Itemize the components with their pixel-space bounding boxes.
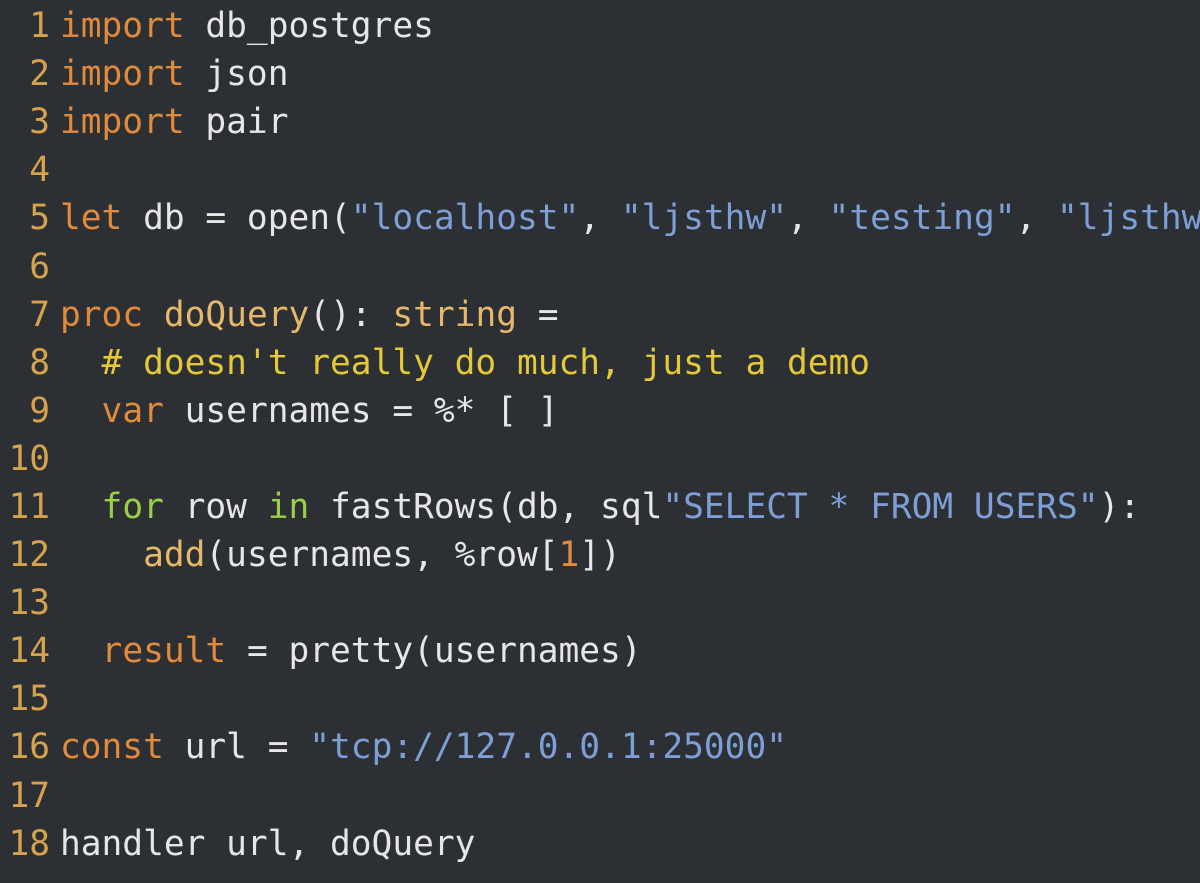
code-token: url =: [163, 727, 310, 768]
code-line[interactable]: 17: [0, 772, 1200, 820]
code-token: 1: [558, 535, 580, 576]
code-text: add(usernames, %row[1]): [60, 535, 1200, 575]
code-token: string: [392, 294, 517, 335]
line-number: 2: [29, 54, 50, 95]
code-lines: 1 import db_postgres 2 import json 3 import p…: [0, 2, 1200, 868]
code-token: handler url, doQuery: [60, 823, 476, 864]
code-token: for: [101, 486, 164, 527]
code-token: var: [101, 390, 164, 431]
line-number: 9: [29, 390, 50, 431]
code-token: import: [60, 6, 185, 47]
code-line[interactable]: 8 # doesn't really do much, just a demo: [0, 339, 1200, 387]
code-line[interactable]: 13: [0, 579, 1200, 627]
line-number: 14: [8, 631, 50, 672]
code-line[interactable]: 7 proc doQuery(): string =: [0, 291, 1200, 339]
code-token: =: [517, 294, 559, 335]
code-token: json: [184, 54, 289, 95]
code-token: pair: [184, 102, 289, 143]
line-number: 13: [8, 583, 50, 624]
line-number: 1: [29, 6, 50, 47]
code-token: db = open(: [122, 198, 351, 239]
code-text: var usernames = %* [ ]: [60, 391, 1200, 431]
code-line[interactable]: 10: [0, 435, 1200, 483]
code-text: result = pretty(usernames): [60, 631, 1200, 671]
code-token: db_postgres: [184, 6, 434, 47]
line-number: 4: [29, 150, 50, 191]
code-token: ,: [1015, 198, 1058, 239]
code-token: in: [267, 486, 310, 527]
code-token: result: [101, 631, 227, 672]
line-number: 11: [8, 486, 50, 527]
code-text: const url = "tcp://127.0.0.1:25000": [60, 727, 1200, 767]
line-number: 15: [8, 679, 50, 720]
code-token: "ljsthw": [620, 198, 787, 239]
code-token: doQuery: [163, 294, 310, 335]
code-line[interactable]: 4: [0, 146, 1200, 194]
code-line[interactable]: 1 import db_postgres: [0, 2, 1200, 50]
code-text: let db = open("localhost", "ljsthw", "te…: [60, 198, 1200, 238]
code-token: = pretty(usernames): [226, 631, 642, 672]
code-editor[interactable]: 1 import db_postgres 2 import json 3 import p…: [0, 0, 1200, 883]
code-text: import json: [60, 54, 1200, 94]
code-token: ,: [787, 198, 829, 239]
line-number: 3: [29, 102, 50, 143]
line-number: 8: [29, 342, 50, 383]
code-token: "tcp://127.0.0.1:25000": [309, 727, 787, 768]
code-text: proc doQuery(): string =: [60, 295, 1200, 335]
code-token: import: [60, 54, 185, 95]
code-line[interactable]: 3 import pair: [0, 98, 1200, 146]
line-number: 16: [8, 727, 50, 768]
code-token: ():: [309, 294, 393, 335]
code-line[interactable]: 11 for row in fastRows(db, sql"SELECT * …: [0, 483, 1200, 531]
code-token: const: [60, 727, 164, 768]
code-text: import pair: [60, 102, 1200, 142]
code-line[interactable]: 12 add(usernames, %row[1]): [0, 531, 1200, 579]
code-token: "localhost": [350, 198, 580, 239]
code-text: handler url, doQuery: [60, 824, 1200, 864]
code-token: usernames = %* [ ]: [163, 390, 559, 431]
line-number: 17: [8, 775, 50, 816]
code-token: row: [163, 486, 268, 527]
code-token: ,: [579, 198, 621, 239]
code-text: import db_postgres: [60, 6, 1200, 46]
line-number: 10: [8, 438, 50, 479]
line-number: 6: [29, 246, 50, 287]
code-token: let: [60, 198, 123, 239]
code-token: ]): [579, 535, 621, 576]
code-token: "SELECT * FROM USERS": [662, 486, 1099, 527]
code-token: fastRows(db, sql: [309, 486, 663, 527]
code-line[interactable]: 6: [0, 242, 1200, 290]
code-token: "ljsthw": [1057, 198, 1200, 239]
code-text: # doesn't really do much, just a demo: [60, 343, 1200, 383]
code-token: proc: [60, 294, 144, 335]
code-token: import: [60, 102, 185, 143]
code-token: # doesn't really do much, just a demo: [101, 342, 871, 383]
code-text: for row in fastRows(db, sql"SELECT * FRO…: [60, 487, 1200, 527]
line-number: 18: [8, 823, 50, 864]
code-token: "testing": [828, 198, 1016, 239]
code-token: (usernames, %row[: [205, 535, 559, 576]
code-line[interactable]: 18 handler url, doQuery: [0, 820, 1200, 868]
code-line[interactable]: 16 const url = "tcp://127.0.0.1:25000": [0, 723, 1200, 771]
code-line[interactable]: 15: [0, 675, 1200, 723]
line-number: 12: [8, 535, 50, 576]
line-number: 7: [29, 294, 50, 335]
code-line[interactable]: 5 let db = open("localhost", "ljsthw", "t…: [0, 194, 1200, 242]
code-line[interactable]: 9 var usernames = %* [ ]: [0, 387, 1200, 435]
code-line[interactable]: 2 import json: [0, 50, 1200, 98]
code-line[interactable]: 14 result = pretty(usernames): [0, 627, 1200, 675]
code-token: add: [143, 535, 206, 576]
line-number: 5: [29, 198, 50, 239]
code-token: ):: [1098, 486, 1141, 527]
